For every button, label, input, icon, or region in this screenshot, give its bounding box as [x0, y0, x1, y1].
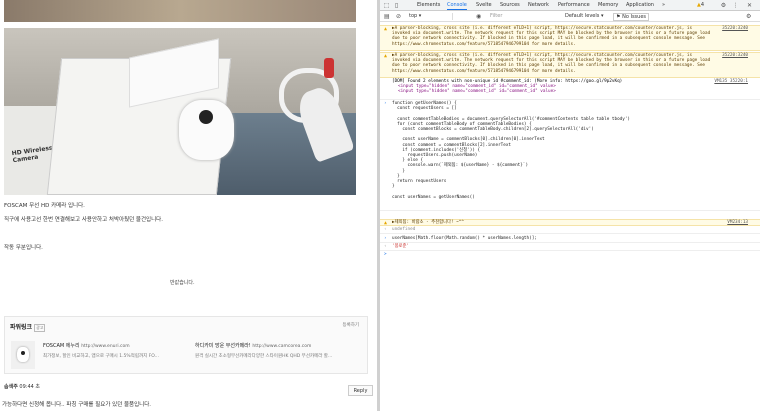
input-prompt-icon: ›	[384, 101, 387, 106]
description-text: 직구에 사용고선 한번 연결해보고 사용안하고 처박아뒀던 물건입니다.	[4, 217, 163, 223]
expression-text: userNames[Math.floor(Math.random() * use…	[392, 236, 537, 241]
tab-network[interactable]: Network	[528, 2, 549, 8]
powerlink-ad-section: 파워링크 광고 등록하기 FOSCAM 에누리 http://www.enuri.…	[4, 316, 368, 374]
comment-text: 가능하다면 신청해 봅니다.. 파칭 구매를 필요가 있던 물품입니다.	[2, 402, 152, 408]
close-icon[interactable]: ✕	[746, 2, 753, 9]
more-tabs-icon[interactable]: »	[662, 2, 665, 8]
console-input-code: › function getUserNames() { const reques…	[380, 101, 760, 211]
dom-element[interactable]: <input type="hidden" name="comment_id" i…	[392, 89, 760, 94]
result-icon: ‹	[384, 244, 387, 249]
closing-text: 반값습니다.	[170, 280, 195, 286]
caption-text: FOSCAM 무선 HD 카메라 입니다.	[4, 203, 85, 209]
sidebar-toggle-icon[interactable]: ▤	[384, 13, 390, 20]
console-prompt[interactable]: >	[384, 252, 387, 257]
context-selector[interactable]: top ▾	[409, 13, 453, 20]
comment-time: 09:44 초	[19, 384, 41, 390]
ad-item-2[interactable]: 하디카미 망운 무선카메라! http://www.camcorea.com 원…	[195, 342, 365, 359]
comment-block: 솜색주 09:44 초 Reply 가능하다면 신청해 봅니다.. 파칭 구매를…	[0, 381, 377, 411]
tab-sources[interactable]: Sources	[500, 2, 520, 8]
ad-title[interactable]: 하디카미 망운 무선카메라!	[195, 343, 251, 349]
webpage-panel: HD Wireless IP Camera FOSCAM 무선 HD 카메라 입…	[0, 0, 377, 411]
powerlink-title: 파워링크 광고	[10, 324, 46, 332]
ad-url[interactable]: http://www.enuri.com	[81, 344, 129, 349]
issues-button[interactable]: ⚑ No Issues	[613, 13, 650, 21]
device-toggle-icon[interactable]: ▯	[393, 2, 400, 9]
code-block: function getUserNames() { const requestU…	[392, 101, 760, 200]
console-prompt-line[interactable]: >	[380, 252, 760, 259]
warning-text: ▶A parser-blocking, cross site (i.e. dif…	[392, 53, 711, 74]
tab-elements[interactable]: Elements	[417, 2, 440, 8]
devtools-tabbar: ⬚ ▯ Elements Console Svelte Sources Netw…	[380, 0, 760, 11]
more-options-icon[interactable]: ⋮	[732, 2, 739, 9]
product-photo: HD Wireless IP Camera	[4, 28, 356, 195]
console-settings-icon[interactable]: ⚙	[746, 13, 751, 20]
ad-description: 최가정보, 할인 비교하고, 앱으로 구매시 1.5%적립까지 FO...	[43, 354, 159, 359]
comment-author: 솜색주 09:44 초	[4, 384, 41, 390]
tab-svelte[interactable]: Svelte	[476, 2, 492, 8]
ad-description: 원격 실시간 초소형무선카메라다양한 스타이원HK QHD 무선카메라 할...	[195, 354, 333, 359]
ad-item-1[interactable]: FOSCAM 에누리 http://www.enuri.com 최가정보, 할인…	[43, 342, 188, 359]
warning-counter[interactable]: ▲4	[697, 2, 704, 8]
source-link[interactable]: VM234:13	[727, 220, 748, 225]
result-icon: ‹	[384, 227, 387, 232]
console-result: ‹ undefined	[380, 227, 760, 234]
settings-icon[interactable]: ⚙	[720, 2, 727, 9]
warning-icon: ▲	[384, 220, 388, 226]
tab-application[interactable]: Application	[626, 2, 654, 8]
warning-text: ▶A parser-blocking, cross site (i.e. dif…	[392, 26, 711, 47]
source-link[interactable]: 35220:3240	[722, 26, 748, 31]
console-warning[interactable]: ▲ 35220:3240 ▶A parser-blocking, cross s…	[380, 52, 760, 78]
console-dom-message: VM135 35220:1 [DOM] Found 2 elements wit…	[380, 79, 760, 100]
console-output: ▲ 35220:3240 ▶A parser-blocking, cross s…	[380, 22, 760, 411]
result-text: undefined	[392, 227, 416, 232]
filter-input[interactable]: Filter	[490, 13, 560, 20]
status-text: 작동 무분입니다.	[4, 245, 43, 251]
levels-dropdown[interactable]: Default levels ▾	[565, 13, 603, 19]
devtools-panel: ⬚ ▯ Elements Console Svelte Sources Netw…	[380, 0, 760, 411]
console-input: › userNames[Math.floor(Math.random() * u…	[380, 236, 760, 243]
source-link[interactable]: VM135 35220:1	[714, 79, 748, 84]
tab-performance[interactable]: Performance	[558, 2, 590, 8]
inspect-icon[interactable]: ⬚	[383, 2, 390, 9]
ad-camera-thumbnail[interactable]	[11, 341, 35, 369]
console-warning[interactable]: ▲ VM234:13 ▶제외됨: 바람소 - 추천합니다! ~^^	[380, 219, 760, 226]
ad-url[interactable]: http://www.camcorea.com	[252, 344, 311, 349]
register-link[interactable]: 등록하기	[342, 322, 359, 328]
console-warning[interactable]: ▲ 35220:3240 ▶A parser-blocking, cross s…	[380, 25, 760, 51]
source-link[interactable]: 35220:3240	[722, 53, 748, 58]
input-prompt-icon: ›	[384, 236, 387, 241]
result-text: '몽로준'	[392, 244, 410, 249]
clear-console-icon[interactable]: ⊘	[396, 13, 401, 20]
camera-image	[179, 100, 234, 160]
console-result: ‹ '몽로준'	[380, 244, 760, 251]
photo-top-image	[4, 0, 356, 22]
warning-text: ▶제외됨: 바람소 - 추천합니다! ~^^	[392, 220, 464, 225]
ad-title[interactable]: FOSCAM 에누리	[43, 343, 80, 349]
tab-console[interactable]: Console	[447, 2, 467, 10]
console-toolbar: ▤ ⊘ top ▾ ◉ Filter Default levels ▾ ⚑ No…	[380, 11, 760, 22]
ad-badge: 광고	[34, 324, 46, 332]
tab-memory[interactable]: Memory	[598, 2, 618, 8]
warning-icon: ▲	[384, 26, 388, 32]
eye-icon[interactable]: ◉	[476, 13, 481, 20]
warning-icon: ▲	[384, 53, 388, 59]
code-line: const userNames = getUserNames()	[392, 194, 475, 200]
reply-button[interactable]: Reply	[348, 385, 373, 396]
